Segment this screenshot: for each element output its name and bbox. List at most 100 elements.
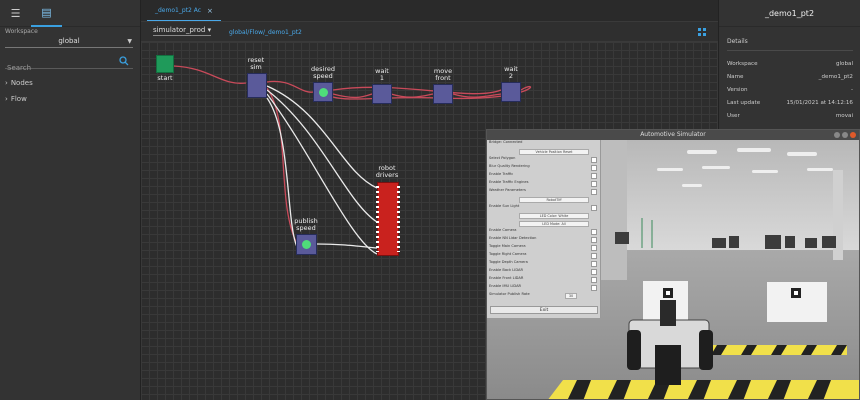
- details-section-title[interactable]: Details: [727, 38, 748, 45]
- detail-value: 15/01/2021 at 14:12:16: [786, 100, 853, 106]
- reset-sim-node[interactable]: [247, 73, 267, 98]
- publish-speed-label-line2: speed: [296, 224, 316, 232]
- tree-item-flow[interactable]: › Flow: [5, 95, 27, 103]
- option-row[interactable]: Vehicle Position Reset: [489, 148, 597, 156]
- search-icon[interactable]: [119, 56, 129, 66]
- minimize-icon[interactable]: [834, 132, 840, 138]
- reset-position-button[interactable]: Vehicle Position Reset: [519, 149, 589, 155]
- option-row[interactable]: Toggle Right Camera: [489, 252, 597, 260]
- simulator-window[interactable]: Automotive Simulator Bridge: Connected V…: [486, 129, 860, 400]
- detail-key: Last update: [727, 100, 761, 106]
- detail-value: movai: [835, 113, 853, 119]
- status-dot: [319, 88, 328, 97]
- option-row[interactable]: LED Mode: All: [489, 220, 597, 228]
- start-node-label: start: [157, 74, 173, 82]
- checkbox[interactable]: [591, 165, 597, 171]
- checkbox[interactable]: [591, 261, 597, 267]
- status-dot: [302, 240, 311, 249]
- detail-key: User: [727, 113, 740, 119]
- left-sidebar: ☰ ▤ Workspace global ▼ › Nodes › Flow: [0, 0, 141, 400]
- simulator-title: Automotive Simulator: [640, 131, 706, 138]
- checkbox[interactable]: [591, 173, 597, 179]
- tree-item-nodes[interactable]: › Nodes: [5, 79, 33, 87]
- checkbox[interactable]: [591, 245, 597, 251]
- tab-demo1-pt2[interactable]: _demo1_pt2 Ac ×: [147, 1, 221, 21]
- robot-drivers-label-line2: drivers: [375, 171, 399, 179]
- search-box: [5, 55, 133, 75]
- option-row[interactable]: Simulator Publish Rate 30: [489, 292, 597, 300]
- checkbox[interactable]: [591, 157, 597, 163]
- option-row[interactable]: Enable Camera: [489, 228, 597, 236]
- checkbox[interactable]: [591, 269, 597, 275]
- option-row[interactable]: Enable NN Lidar Detection: [489, 236, 597, 244]
- simulator-titlebar[interactable]: Automotive Simulator: [487, 130, 859, 140]
- detail-key: Name: [727, 74, 744, 80]
- flow-path-breadcrumb[interactable]: global/Flow/_demo1_pt2: [229, 29, 302, 36]
- divider: [727, 50, 853, 51]
- sidebar-tabs: ☰ ▤: [0, 0, 140, 27]
- start-node[interactable]: [156, 55, 174, 73]
- option-row[interactable]: Enable IMU LIDAR: [489, 284, 597, 292]
- wait2-label-line2: 2: [508, 72, 514, 80]
- chevron-right-icon: ›: [5, 95, 8, 103]
- tab-label: _demo1_pt2 Ac: [155, 7, 202, 14]
- option-row[interactable]: LED Color: White: [489, 212, 597, 220]
- simulator-select[interactable]: simulator_prod ▾: [153, 26, 212, 36]
- grid-icon[interactable]: [698, 28, 706, 36]
- option-row[interactable]: Enable Back LIDAR: [489, 268, 597, 276]
- option-row[interactable]: Blur Quality Rendering: [489, 164, 597, 172]
- workspace-label: Workspace: [5, 28, 38, 35]
- app-window: ☰ ▤ Workspace global ▼ › Nodes › Flow _d: [0, 0, 860, 400]
- checkbox[interactable]: [591, 229, 597, 235]
- publish-speed-node[interactable]: [296, 234, 317, 255]
- simulator-settings-panel: Bridge: Connected Vehicle Position Reset…: [487, 140, 601, 318]
- option-row[interactable]: RobotTiff: [489, 196, 597, 204]
- checkbox[interactable]: [591, 189, 597, 195]
- checkbox[interactable]: [591, 181, 597, 187]
- maximize-icon[interactable]: [842, 132, 848, 138]
- workspace-select[interactable]: global ▼: [5, 35, 133, 48]
- option-row[interactable]: Enable Sun Light: [489, 204, 597, 212]
- tree-item-label: Nodes: [10, 79, 33, 87]
- desired-speed-label-line2: speed: [313, 72, 333, 80]
- wait1-node[interactable]: [372, 84, 392, 104]
- checkbox[interactable]: [591, 205, 597, 211]
- wait2-node[interactable]: [501, 82, 521, 102]
- search-input[interactable]: [5, 61, 115, 75]
- output-ports: [397, 186, 400, 252]
- option-row[interactable]: Toggle Main Camera: [489, 244, 597, 252]
- desired-speed-node[interactable]: [313, 82, 333, 102]
- option-row[interactable]: Enable Front LIDAR: [489, 276, 597, 284]
- publish-rate-input[interactable]: 30: [565, 293, 577, 299]
- robot-drivers-node[interactable]: [376, 182, 400, 256]
- reset-sim-label-line2: sim: [250, 63, 262, 71]
- checkbox[interactable]: [591, 285, 597, 291]
- move-front-label-line2: front: [435, 74, 451, 82]
- checkbox[interactable]: [591, 253, 597, 259]
- wait1-label-line2: 1: [379, 74, 385, 82]
- move-front-node[interactable]: [433, 84, 453, 104]
- checkbox[interactable]: [591, 277, 597, 283]
- exit-button[interactable]: Exit: [490, 306, 598, 314]
- dropdown-field[interactable]: LED Color: White: [519, 213, 589, 219]
- dropdown-field[interactable]: LED Mode: All: [519, 221, 589, 227]
- detail-value: _demo1_pt2: [818, 74, 853, 80]
- option-row[interactable]: Enable Traffic Engines: [489, 180, 597, 188]
- chevron-right-icon: ›: [5, 79, 8, 87]
- detail-row-name: Name _demo1_pt2: [727, 74, 853, 80]
- close-icon[interactable]: ×: [207, 7, 213, 15]
- checkbox[interactable]: [591, 237, 597, 243]
- close-icon[interactable]: [850, 132, 856, 138]
- menu-icon[interactable]: ☰: [0, 0, 31, 27]
- detail-key: Workspace: [727, 61, 758, 67]
- option-row[interactable]: Toggle Depth Camera: [489, 260, 597, 268]
- option-row[interactable]: Weather Parameters: [489, 188, 597, 196]
- detail-row-version: Version -: [727, 87, 853, 93]
- dropdown-field[interactable]: RobotTiff: [519, 197, 589, 203]
- input-ports: [376, 186, 379, 252]
- detail-key: Version: [727, 87, 748, 93]
- caret-down-icon: ▾: [207, 26, 212, 34]
- option-row[interactable]: Select Polygon: [489, 156, 597, 164]
- option-row[interactable]: Enable Traffic: [489, 172, 597, 180]
- list-icon[interactable]: ▤: [31, 0, 62, 27]
